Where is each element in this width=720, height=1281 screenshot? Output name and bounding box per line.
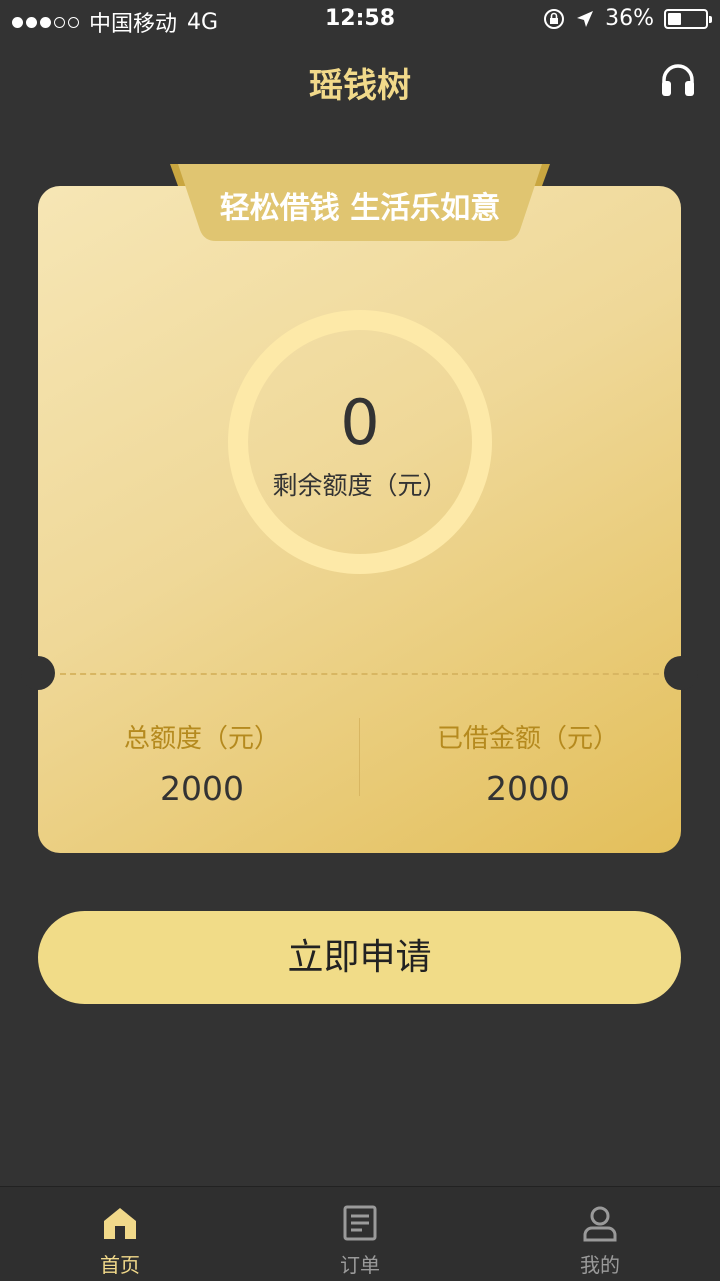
page-title: 瑶钱树 [309,66,411,106]
home-icon [104,1208,136,1239]
stat-divider [359,718,360,796]
status-right: 36% [543,6,712,31]
tab-label: 首页 [100,1253,140,1277]
dashed-divider [60,673,659,675]
apply-now-button[interactable]: 立即申请 [38,911,681,1004]
card-notch-left [21,656,55,690]
headset-icon[interactable] [660,62,696,98]
rotation-lock-icon [544,8,565,29]
order-icon [343,1205,377,1241]
tab-bar: 首页 订单 我的 [0,1186,720,1281]
total-limit-label: 总额度（元） [123,724,280,754]
remaining-label: 剩余额度（元） [272,471,448,500]
user-icon [583,1206,617,1242]
status-bar: 中国移动 4G 12:58 36% [0,0,720,40]
battery-percent: 36% [605,6,654,31]
tab-label: 订单 [340,1253,380,1277]
tab-home[interactable]: 首页 [0,1187,240,1281]
tab-orders[interactable]: 订单 [240,1187,480,1281]
card-notch-right [664,656,698,690]
remaining-amount: 0 [340,386,380,459]
borrowed-amount-value: 2000 [486,769,570,808]
borrowed-amount-label: 已借金额（元） [436,724,619,754]
credit-card: 轻松借钱 生活乐如意 0 剩余额度（元） 总额度（元） 2000 已借金额（元）… [21,164,698,853]
tab-profile[interactable]: 我的 [480,1187,720,1281]
total-limit-value: 2000 [160,769,244,808]
slogan-text: 轻松借钱 生活乐如意 [219,191,501,226]
location-arrow-icon [577,10,594,27]
battery-icon [664,8,712,29]
tab-label: 我的 [580,1253,620,1277]
battery-fill [668,12,681,25]
